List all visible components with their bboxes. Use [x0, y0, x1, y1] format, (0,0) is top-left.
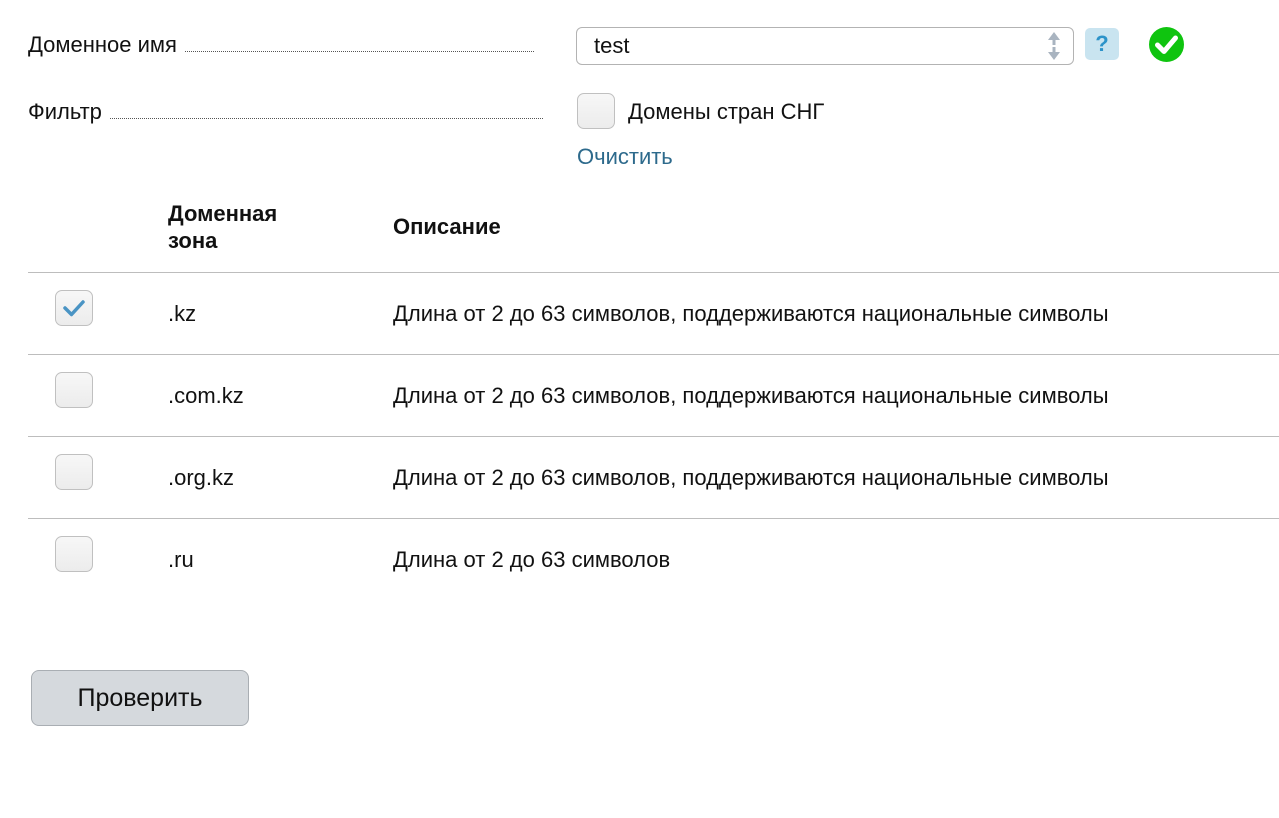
zone-checkbox-com-kz[interactable] — [55, 372, 93, 408]
column-header-zone-line2: зона — [168, 228, 218, 253]
zone-description: Длина от 2 до 63 символов, поддерживаютс… — [393, 465, 1109, 490]
domain-name-label: Доменное имя — [28, 32, 177, 57]
table-row: .com.kz Длина от 2 до 63 символов, подде… — [0, 355, 1279, 437]
column-header-description: Описание — [393, 214, 501, 239]
zone-checkbox-kz[interactable] — [55, 290, 93, 326]
check-circle-icon — [1149, 27, 1184, 62]
label-leader-dots — [184, 51, 534, 52]
zone-name: .org.kz — [168, 465, 235, 490]
zone-name: .com.kz — [168, 383, 244, 408]
label-leader-dots — [109, 118, 543, 119]
column-header-zone-line1: Доменная — [168, 201, 278, 226]
zone-description: Длина от 2 до 63 символов, поддерживаютс… — [393, 301, 1109, 326]
zone-checkbox-ru[interactable] — [55, 536, 93, 572]
up-down-arrows-icon[interactable] — [1045, 31, 1063, 61]
zone-name: .kz — [168, 301, 197, 326]
zone-checkbox-org-kz[interactable] — [55, 454, 93, 490]
cis-domains-checkbox[interactable] — [577, 93, 615, 129]
zone-description: Длина от 2 до 63 символов — [393, 547, 671, 572]
checkmark-icon — [63, 300, 85, 317]
domain-name-field — [576, 27, 1074, 65]
table-row: .kz Длина от 2 до 63 символов, поддержив… — [0, 273, 1279, 355]
filter-label: Фильтр — [28, 99, 102, 124]
table-row: .org.kz Длина от 2 до 63 символов, подде… — [0, 437, 1279, 519]
help-button[interactable]: ? — [1085, 28, 1119, 60]
question-icon: ? — [1095, 31, 1109, 56]
zone-description: Длина от 2 до 63 символов, поддерживаютс… — [393, 383, 1109, 408]
domain-name-input[interactable] — [577, 28, 1037, 64]
table-row: .ru Длина от 2 до 63 символов — [0, 519, 1279, 601]
column-header-zone: Доменная зона — [168, 200, 277, 254]
cis-domains-label[interactable]: Домены стран СНГ — [628, 99, 824, 125]
zone-name: .ru — [168, 547, 194, 572]
check-button[interactable]: Проверить — [31, 670, 249, 726]
filter-row: Фильтр — [28, 99, 543, 125]
domain-name-row: Доменное имя — [28, 32, 534, 58]
clear-link[interactable]: Очистить — [577, 144, 673, 170]
